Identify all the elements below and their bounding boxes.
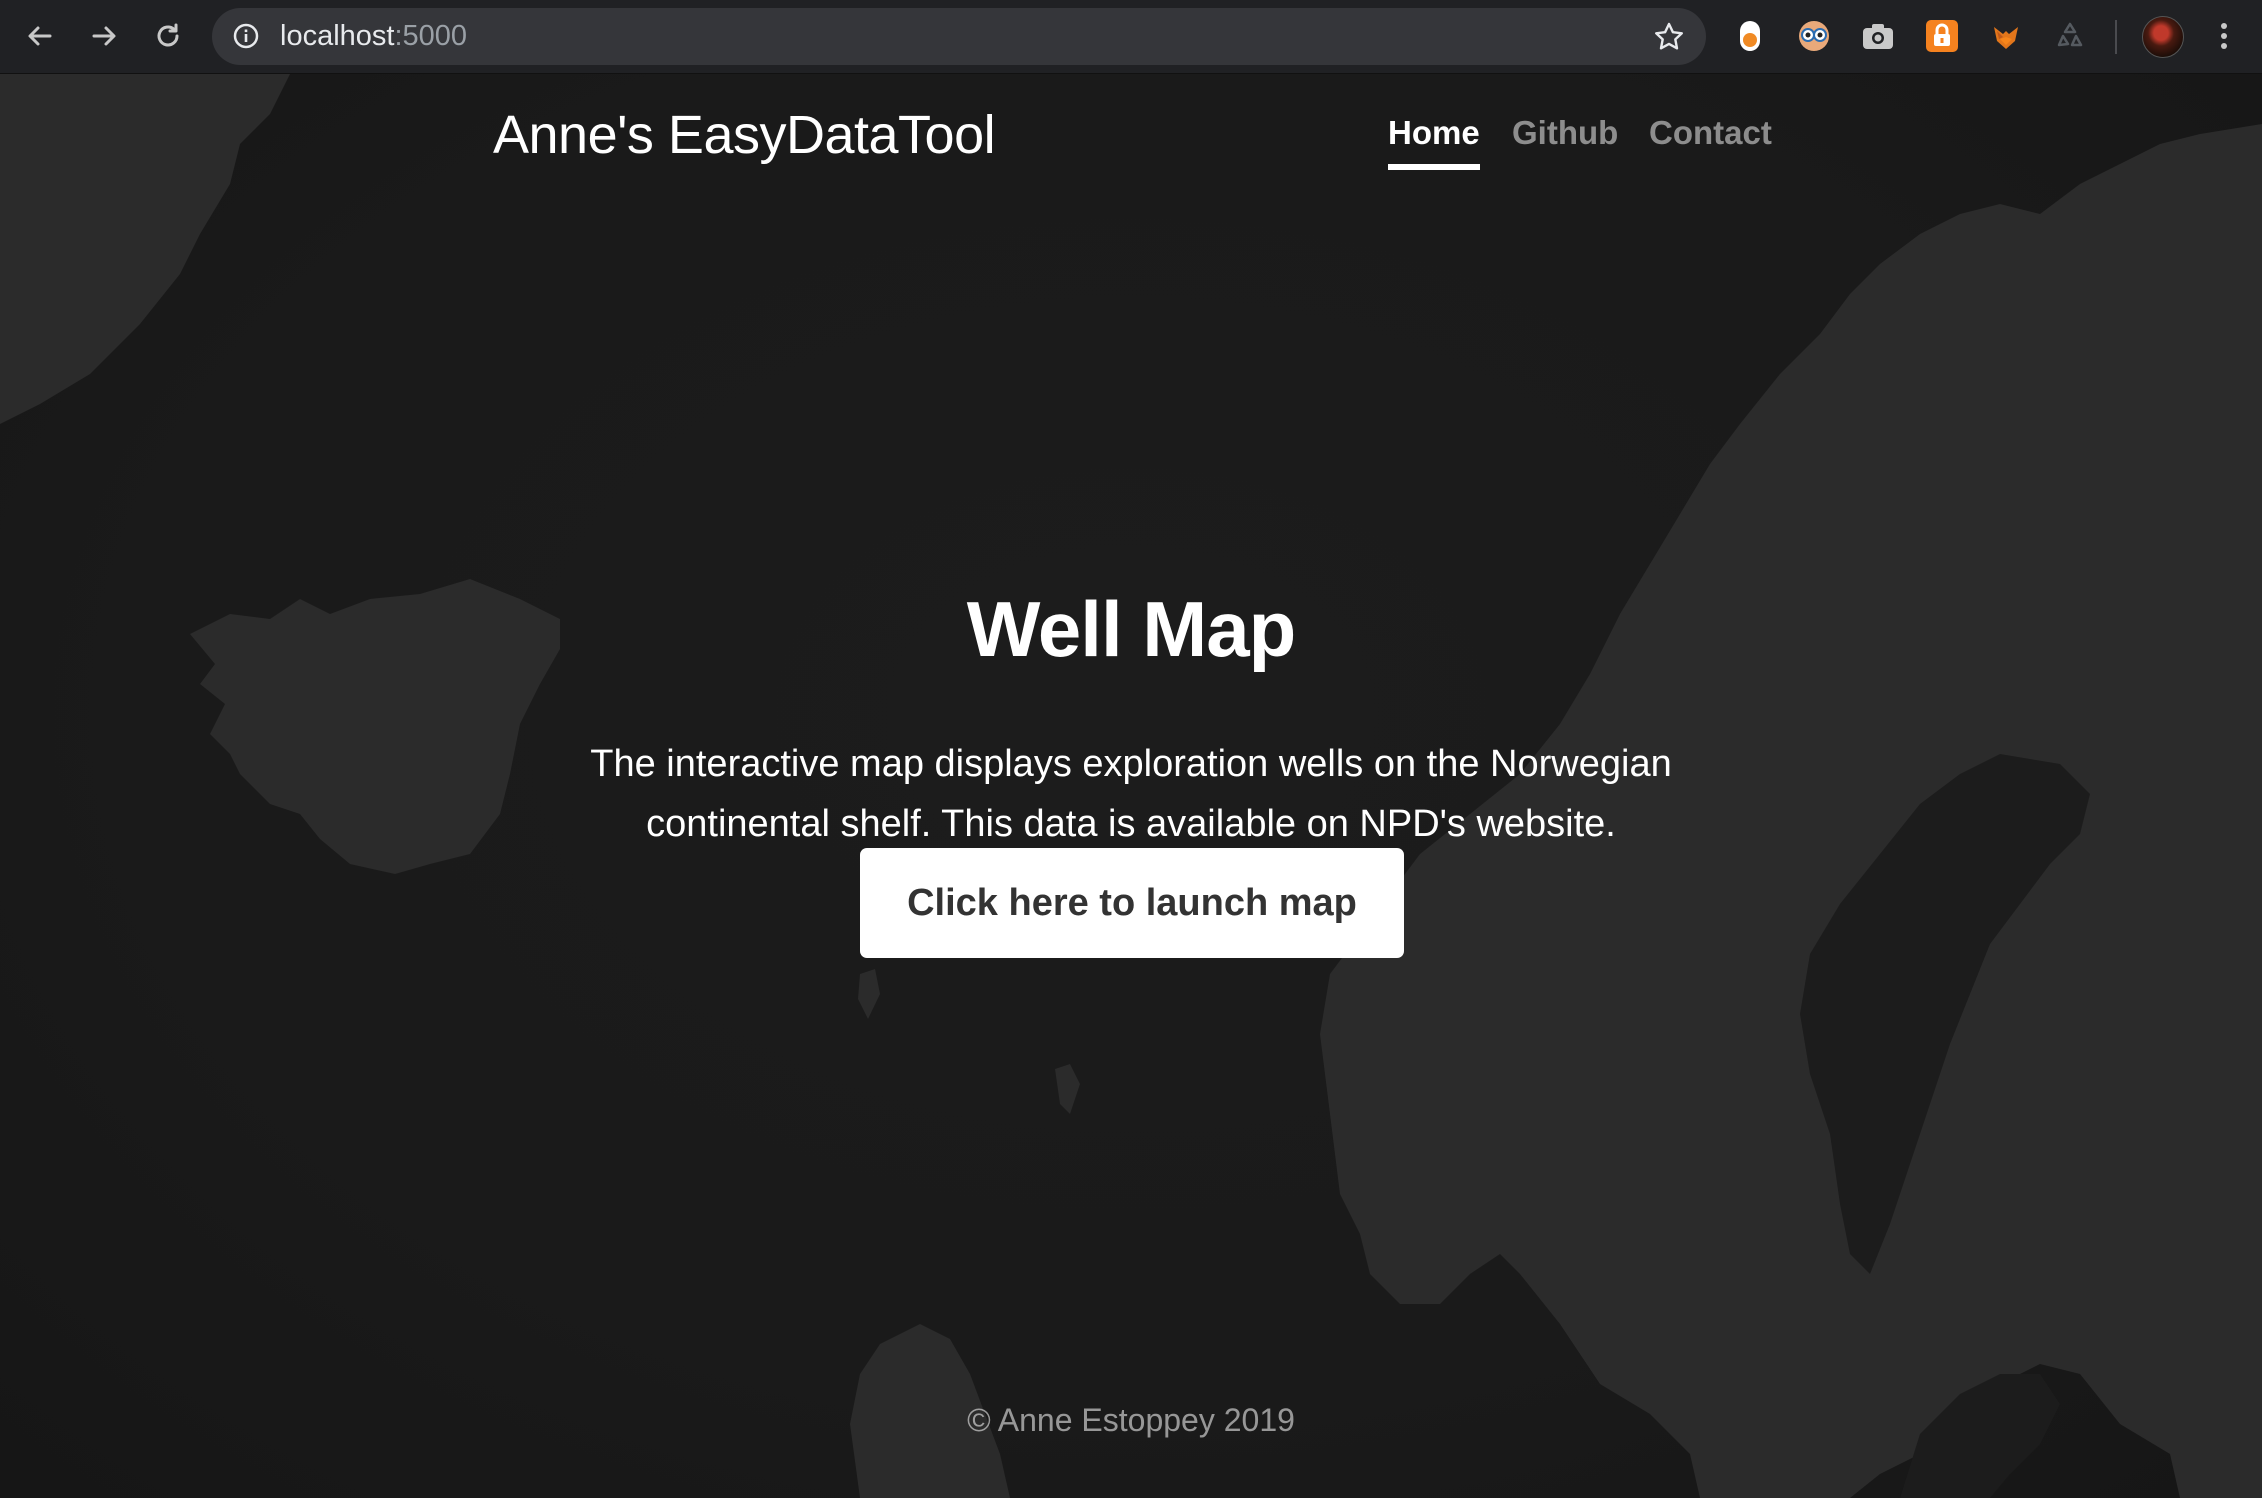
toolbar-divider: [2115, 20, 2117, 54]
nav-link-home[interactable]: Home: [1388, 114, 1480, 170]
browser-toolbar: localhost:5000: [0, 0, 2262, 74]
fox-extension-icon[interactable]: [1988, 18, 2024, 54]
launch-map-button[interactable]: Click here to launch map: [860, 848, 1404, 958]
back-arrow-icon[interactable]: [18, 14, 62, 58]
site-brand[interactable]: Anne's EasyDataTool: [493, 104, 996, 166]
nav-link-github[interactable]: Github: [1512, 114, 1618, 164]
vertical-dots-menu-icon[interactable]: [2212, 16, 2236, 56]
url-host: localhost: [280, 20, 395, 52]
forward-arrow-icon[interactable]: [82, 14, 126, 58]
recycle-icon[interactable]: [2052, 18, 2088, 54]
reload-icon[interactable]: [146, 14, 190, 58]
info-icon[interactable]: [232, 22, 260, 50]
shetland-islands: [858, 969, 880, 1019]
hero-lead: The interactive map displays exploration…: [590, 743, 1672, 845]
address-bar[interactable]: localhost:5000: [212, 8, 1706, 65]
profile-avatar[interactable]: [2142, 16, 2184, 58]
greenland-landmass: [0, 74, 290, 424]
page-viewport: Anne's EasyDataTool Home Github Contact …: [0, 74, 2262, 1498]
url-text[interactable]: localhost:5000: [280, 8, 467, 65]
extension-eyes-icon[interactable]: [1796, 18, 1832, 54]
url-port: :5000: [394, 20, 468, 52]
extension-toggle-icon[interactable]: [1732, 18, 1768, 54]
footer-copyright: © Anne Estoppey 2019: [967, 1402, 1295, 1438]
star-icon[interactable]: [1652, 20, 1686, 54]
camera-icon[interactable]: [1860, 18, 1896, 54]
faroe-islands: [1055, 1064, 1080, 1114]
lock-extension-icon[interactable]: [1924, 18, 1960, 54]
nav-link-contact[interactable]: Contact: [1649, 114, 1772, 164]
hero-title: Well Map: [966, 585, 1297, 673]
